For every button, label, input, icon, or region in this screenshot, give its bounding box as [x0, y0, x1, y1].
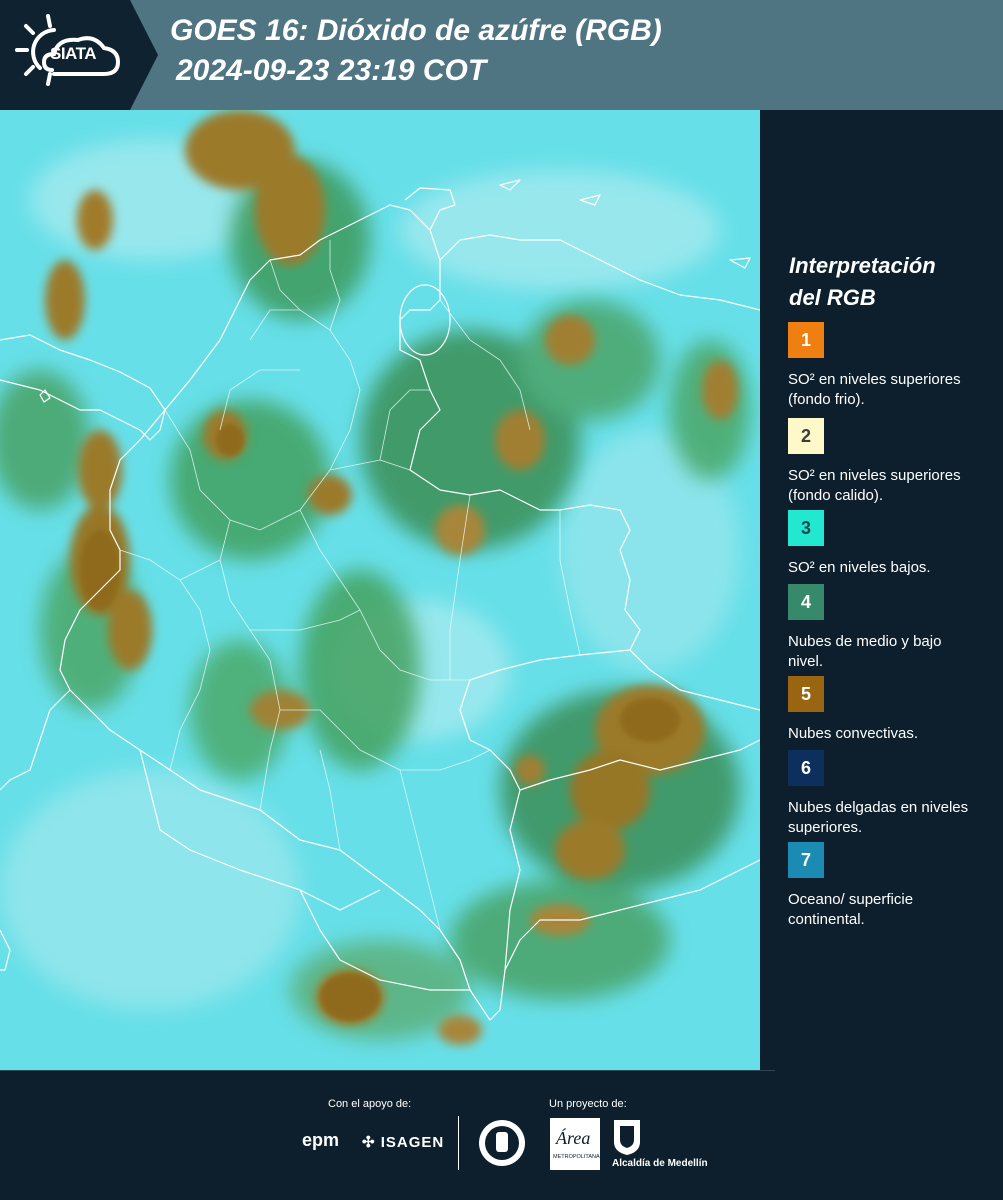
isagen-mark-icon: ✣ [362, 1134, 376, 1151]
legend-description-7: Oceano/ superficie continental. [788, 891, 914, 928]
legend-title: Interpretación del RGB [789, 250, 989, 314]
logo-text: SIATA [50, 44, 96, 63]
amva-logo-subtext: METROPOLITANA [553, 1154, 600, 1160]
isagen-logo[interactable]: ✣ ISAGEN [362, 1133, 444, 1151]
legend-title-line1: Interpretación [789, 253, 936, 278]
alcaldia-shield-icon[interactable] [612, 1118, 642, 1156]
amva-logo-text: Área [555, 1127, 590, 1148]
amva-logo-icon: Área METROPOLITANA [550, 1118, 600, 1170]
legend-description-4: Nubes de medio y bajo nivel. [788, 633, 942, 670]
medellin-seal-icon[interactable] [477, 1118, 527, 1168]
legend-swatch-4: 4 [788, 584, 824, 620]
legend-swatch-2: 2 [788, 418, 824, 454]
legend-item-7: 7 Oceano/ superficie continental. [788, 842, 988, 930]
legend-description-6: Nubes delgadas en niveles superiores. [788, 799, 969, 836]
legend-item-2: 2 SO² en niveles superiores (fondo calid… [788, 418, 988, 506]
legend-item-6: 6 Nubes delgadas en niveles superiores. [788, 750, 988, 838]
legend-description-2: SO² en niveles superiores (fondo calido)… [788, 467, 961, 504]
alcaldia-text: Alcaldía de Medellín [612, 1158, 708, 1169]
satellite-map[interactable] [0, 110, 760, 1070]
footer-vertical-divider [458, 1116, 459, 1170]
logo-arrow [130, 0, 158, 110]
legend-description-3: SO² en niveles bajos. [788, 559, 931, 576]
legend-item-3: 3 SO² en niveles bajos. [788, 510, 988, 578]
legend-description-1: SO² en niveles superiores (fondo frio). [788, 371, 961, 408]
legend-title-line2: del RGB [789, 285, 876, 310]
epm-logo[interactable]: epm [302, 1130, 339, 1151]
legend-swatch-1: 1 [788, 322, 824, 358]
siata-logo[interactable]: SIATA [0, 0, 130, 110]
legend-item-4: 4 Nubes de medio y bajo nivel. [788, 584, 988, 672]
legend-number-3: 3 [800, 517, 811, 538]
footer-divider [0, 1070, 775, 1071]
amva-logo[interactable]: Área METROPOLITANA [550, 1118, 600, 1175]
legend-number-4: 4 [800, 591, 811, 612]
map-canvas [0, 110, 760, 1070]
legend-number-2: 2 [800, 425, 811, 446]
legend-number-1: 1 [800, 329, 811, 350]
support-label: Con el apoyo de: [328, 1098, 412, 1110]
header-bar: SIATA GOES 16: Dióxido de azúfre (RGB) 2… [0, 0, 1003, 110]
title-product: GOES 16: Dióxido de azúfre (RGB) [170, 14, 662, 47]
legend-swatch-7: 7 [788, 842, 824, 878]
legend-swatch-5: 5 [788, 676, 824, 712]
legend-number-6: 6 [800, 757, 811, 778]
isagen-text: ISAGEN [380, 1134, 445, 1151]
legend-number-5: 5 [800, 683, 811, 704]
project-label: Un proyecto de: [549, 1098, 627, 1110]
footer: Con el apoyo de: Un proyecto de: epm ✣ I… [0, 1070, 1003, 1200]
title-datetime: 2024-09-23 23:19 COT [176, 54, 487, 87]
legend-item-5: 5 Nubes convectivas. [788, 676, 988, 744]
legend-swatch-3: 3 [788, 510, 824, 546]
legend-item-1: 1 SO² en niveles superiores (fondo frio)… [788, 322, 988, 410]
legend-number-7: 7 [800, 849, 811, 870]
legend-description-5: Nubes convectivas. [788, 725, 919, 742]
legend-swatch-6: 6 [788, 750, 824, 786]
